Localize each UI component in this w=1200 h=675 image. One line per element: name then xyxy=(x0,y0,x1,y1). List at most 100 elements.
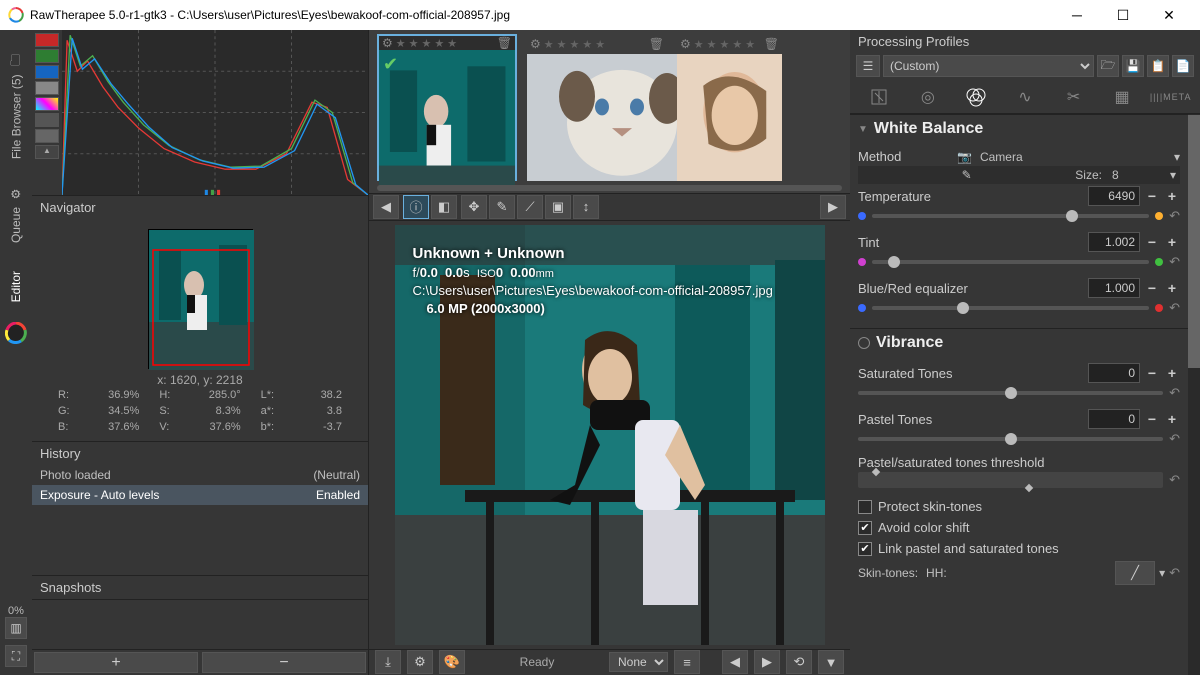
curve-type-button[interactable]: ╱ xyxy=(1115,561,1155,585)
straighten-tool[interactable]: ↕ xyxy=(573,195,599,219)
close-button[interactable]: ✕ xyxy=(1146,0,1192,30)
tint-slider[interactable] xyxy=(872,260,1149,264)
filmstrip-scrollbar[interactable] xyxy=(377,185,842,191)
crop-tool[interactable]: ▣ xyxy=(545,195,571,219)
sync-button[interactable]: ⟲ xyxy=(786,650,812,674)
temperature-value[interactable]: 6490 xyxy=(1088,186,1140,206)
reset-icon[interactable]: ↶ xyxy=(1169,472,1180,488)
trash-icon[interactable]: 🗑 xyxy=(497,36,512,50)
link-pastel-checkbox[interactable]: ✔Link pastel and saturated tones xyxy=(858,538,1180,559)
saturated-slider[interactable] xyxy=(858,391,1163,395)
monitor-profile-select[interactable]: None xyxy=(609,652,668,672)
external-editor-button[interactable]: 🎨 xyxy=(439,650,465,674)
panel-left-toggle[interactable]: ◀ xyxy=(373,195,399,219)
colorwheel-icon[interactable] xyxy=(5,322,27,344)
pastel-slider[interactable] xyxy=(858,437,1163,441)
plus-button[interactable]: + xyxy=(1164,278,1180,298)
navigator-preview[interactable] xyxy=(148,229,253,369)
plus-button[interactable]: + xyxy=(1164,232,1180,252)
white-balance-header[interactable]: ▼ White Balance xyxy=(850,114,1188,143)
avoid-color-shift-checkbox[interactable]: ✔Avoid color shift xyxy=(858,517,1180,538)
histogram-blue-toggle[interactable] xyxy=(35,65,59,79)
panel-right-toggle[interactable]: ▶ xyxy=(820,195,846,219)
profile-paste-button[interactable]: 📄 xyxy=(1172,55,1194,77)
gear-icon[interactable]: ⚙ xyxy=(680,37,691,51)
histogram-chroma-toggle[interactable] xyxy=(35,97,59,111)
thumbnail[interactable]: ⚙ ★★★★★ 🗑 xyxy=(527,34,667,181)
transform-tab-icon[interactable]: ✂ xyxy=(1060,85,1088,109)
minus-button[interactable]: − xyxy=(1144,186,1160,206)
reset-icon[interactable]: ↶ xyxy=(1169,300,1180,316)
color-tab-icon[interactable] xyxy=(962,85,990,109)
profile-load-button[interactable]: 🗁 xyxy=(1097,55,1119,77)
nav-prev-button[interactable]: ◀ xyxy=(722,650,748,674)
wb-picker-icon[interactable]: ✎ xyxy=(862,168,1071,182)
minus-button[interactable]: − xyxy=(1144,363,1160,383)
histogram-bar-toggle[interactable] xyxy=(35,129,59,143)
minus-button[interactable]: − xyxy=(1144,278,1160,298)
vibrance-header[interactable]: Vibrance xyxy=(850,328,1188,357)
tab-queue[interactable]: Queue ⚙ xyxy=(6,173,26,257)
wb-picker-tool[interactable]: ⟋ xyxy=(517,195,543,219)
tab-editor[interactable]: Editor xyxy=(6,257,26,316)
snapshot-add-button[interactable]: + xyxy=(34,652,198,673)
profile-save-button[interactable]: 💾 xyxy=(1122,55,1144,77)
preview-area[interactable]: Unknown + Unknown f/0.0 0.0s ISO0 0.00mm… xyxy=(369,221,850,649)
history-item[interactable]: Exposure - Auto levels Enabled xyxy=(32,485,368,505)
minus-button[interactable]: − xyxy=(1144,232,1160,252)
dropdown-icon[interactable]: ▾ xyxy=(1174,150,1180,164)
blue-red-value[interactable]: 1.000 xyxy=(1088,278,1140,298)
meta-tab-icon[interactable]: ||||META xyxy=(1157,85,1185,109)
profile-mode-button[interactable]: ☰ xyxy=(856,55,880,77)
right-scrollbar[interactable] xyxy=(1188,114,1200,675)
dropdown-icon[interactable]: ▾ xyxy=(1170,168,1176,182)
detail-tab-icon[interactable]: ◎ xyxy=(914,85,942,109)
reset-icon[interactable]: ↶ xyxy=(1169,431,1180,447)
enable-toggle[interactable] xyxy=(858,337,870,349)
thumbnail[interactable]: ⚙ ★★★★★ 🗑 ✔ xyxy=(377,34,517,181)
protect-skin-checkbox[interactable]: Protect skin-tones xyxy=(858,496,1180,517)
temperature-slider[interactable] xyxy=(872,214,1149,218)
fullscreen-button[interactable]: ⛶ xyxy=(5,645,27,667)
gear-icon[interactable]: ⚙ xyxy=(382,36,393,50)
minimize-button[interactable]: ─ xyxy=(1054,0,1100,30)
info-button[interactable]: ⓘ xyxy=(403,195,429,219)
profile-select[interactable]: (Custom) xyxy=(883,55,1094,77)
histogram-luma-toggle[interactable] xyxy=(35,81,59,95)
dropdown-icon[interactable]: ▾ xyxy=(1159,566,1165,580)
gear-icon[interactable]: ⚙ xyxy=(530,37,541,51)
picker-tool[interactable]: ✎ xyxy=(489,195,515,219)
gamut-button[interactable]: ≡ xyxy=(674,650,700,674)
blue-red-slider[interactable] xyxy=(872,306,1149,310)
queue-button[interactable]: ⚙ xyxy=(407,650,433,674)
histogram-mode-toggle[interactable]: ▲ xyxy=(35,145,59,159)
minus-button[interactable]: − xyxy=(1144,409,1160,429)
profile-copy-button[interactable]: 📋 xyxy=(1147,55,1169,77)
reset-icon[interactable]: ↶ xyxy=(1169,254,1180,270)
plus-button[interactable]: + xyxy=(1164,409,1180,429)
reset-icon[interactable]: ↶ xyxy=(1169,208,1180,224)
before-after-button[interactable]: ◧ xyxy=(431,195,457,219)
tab-file-browser[interactable]: File Browser (5) 🗀 xyxy=(3,34,30,173)
plus-button[interactable]: + xyxy=(1164,186,1180,206)
reset-icon[interactable]: ↶ xyxy=(1169,565,1180,581)
nav-next-button[interactable]: ▶ xyxy=(754,650,780,674)
window-layout-button[interactable]: ▥ xyxy=(5,617,27,639)
wavelet-tab-icon[interactable]: ∿ xyxy=(1011,85,1039,109)
reset-icon[interactable]: ↶ xyxy=(1169,385,1180,401)
histogram-raw-toggle[interactable] xyxy=(35,113,59,127)
maximize-button[interactable]: ☐ xyxy=(1100,0,1146,30)
panel-bottom-toggle[interactable]: ▼ xyxy=(818,650,844,674)
star-icon[interactable]: ★ xyxy=(396,37,406,50)
histogram-green-toggle[interactable] xyxy=(35,49,59,63)
save-button[interactable]: ⤓ xyxy=(375,650,401,674)
trash-icon[interactable]: 🗑 xyxy=(649,37,664,51)
tint-value[interactable]: 1.002 xyxy=(1088,232,1140,252)
history-item[interactable]: Photo loaded (Neutral) xyxy=(32,465,368,485)
threshold-slider[interactable] xyxy=(858,472,1163,488)
raw-tab-icon[interactable]: ▦ xyxy=(1108,85,1136,109)
thumbnail[interactable]: ⚙ ★★★★★ 🗑 xyxy=(677,34,782,181)
exposure-tab-icon[interactable] xyxy=(865,85,893,109)
trash-icon[interactable]: 🗑 xyxy=(764,37,779,51)
hand-tool[interactable]: ✥ xyxy=(461,195,487,219)
